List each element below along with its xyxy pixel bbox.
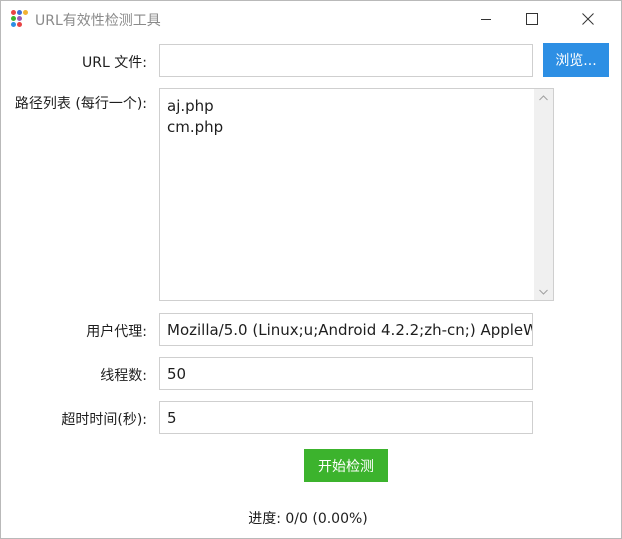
close-icon (582, 13, 594, 25)
main-window: URL有效性检测工具 URL 文件: 浏览... 路径列表 (每行一个): aj… (0, 0, 622, 539)
url-file-input[interactable] (159, 44, 533, 77)
progress-status: 进度: 0/0 (0.00%) (248, 511, 368, 527)
title-bar[interactable]: URL有效性检测工具 (1, 1, 621, 37)
path-list-textarea[interactable]: aj.php cm.php (159, 88, 554, 301)
threads-label: 线程数: (100, 368, 147, 384)
window-title: URL有效性检测工具 (35, 13, 161, 29)
user-agent-input[interactable]: Mozilla/5.0 (Linux;u;Android 4.2.2;zh-cn… (159, 313, 533, 346)
chevron-down-icon (539, 289, 548, 295)
minimize-button[interactable] (463, 1, 509, 37)
path-list-line: aj.php (167, 97, 214, 115)
timeout-label: 超时时间(秒): (61, 412, 147, 428)
start-check-button[interactable]: 开始检测 (304, 449, 388, 482)
vertical-scrollbar[interactable] (534, 89, 553, 300)
minimize-icon (481, 19, 491, 20)
url-file-label: URL 文件: (82, 55, 147, 71)
close-button[interactable] (565, 1, 611, 37)
timeout-input[interactable]: 5 (159, 401, 533, 434)
path-list-label: 路径列表 (每行一个): (14, 96, 147, 112)
user-agent-label: 用户代理: (86, 324, 147, 340)
chevron-up-icon (539, 94, 548, 100)
app-dots-icon (11, 10, 29, 28)
scroll-up-button[interactable] (534, 89, 553, 106)
threads-input[interactable]: 50 (159, 357, 533, 390)
path-list-line: cm.php (167, 118, 224, 136)
maximize-icon (526, 13, 538, 25)
maximize-button[interactable] (509, 1, 555, 37)
scroll-down-button[interactable] (534, 283, 553, 300)
browse-button[interactable]: 浏览... (543, 43, 609, 77)
path-list-lines: aj.php cm.php (167, 96, 223, 138)
